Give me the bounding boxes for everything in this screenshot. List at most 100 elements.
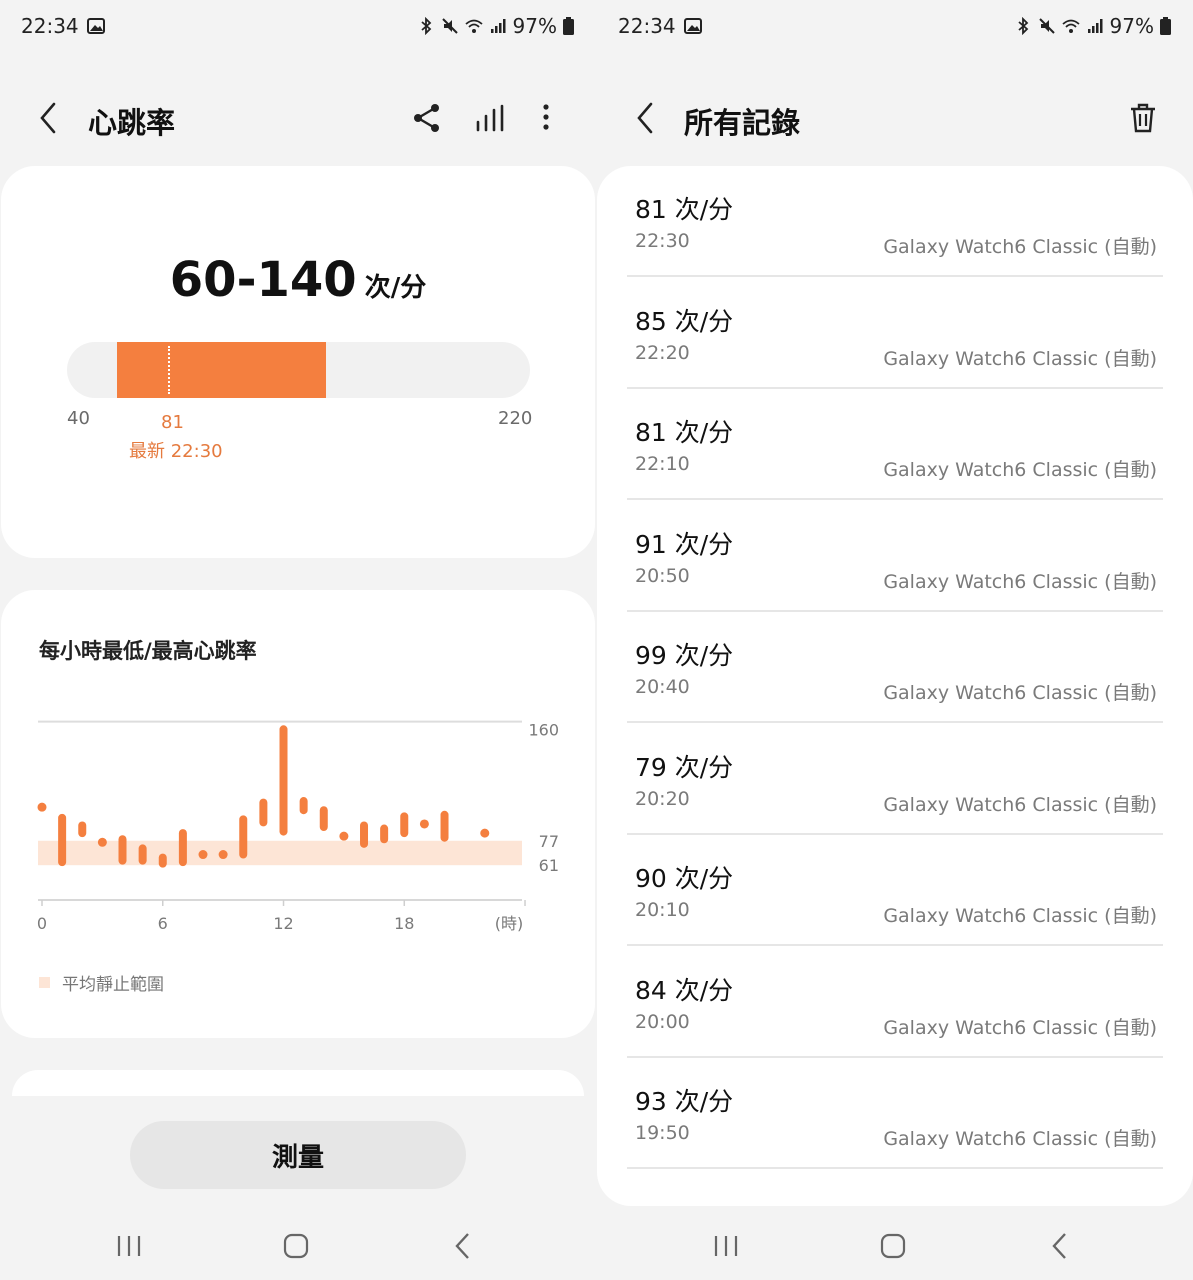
- mute-icon: [441, 18, 458, 34]
- recent-apps-icon[interactable]: [708, 1228, 744, 1264]
- signal-icon: [490, 19, 506, 33]
- navigation-bar: [597, 1214, 1193, 1280]
- y-tick-label: 77: [539, 832, 559, 851]
- record-row[interactable]: 99 次/分 20:40 Galaxy Watch6 Classic (自動): [627, 612, 1163, 723]
- status-bar: 22:34 97%: [597, 0, 1193, 54]
- latest-value: 81: [161, 412, 184, 433]
- record-row[interactable]: 81 次/分 22:30 Galaxy Watch6 Classic (自動): [627, 166, 1163, 277]
- record-row[interactable]: 91 次/分 20:50 Galaxy Watch6 Classic (自動): [627, 501, 1163, 612]
- app-header: 所有記錄: [597, 90, 1193, 146]
- record-row[interactable]: 84 次/分 20:00 Galaxy Watch6 Classic (自動): [627, 947, 1163, 1058]
- status-time: 22:34: [21, 14, 79, 38]
- record-source: Galaxy Watch6 Classic (自動): [883, 793, 1157, 816]
- record-value: 99 次/分: [635, 641, 734, 670]
- gallery-icon: [683, 18, 702, 34]
- home-icon[interactable]: [278, 1228, 314, 1264]
- range-min-label: 40: [67, 408, 90, 429]
- record-row[interactable]: 79 次/分 20:20 Galaxy Watch6 Classic (自動): [627, 724, 1163, 835]
- record-time: 22:20: [635, 341, 690, 364]
- record-time: 20:40: [635, 676, 690, 698]
- page-title: 所有記錄: [684, 106, 801, 140]
- legend-label: 平均靜止範圍: [62, 975, 164, 995]
- battery-percent: 97%: [512, 14, 557, 38]
- nav-back-icon[interactable]: [446, 1228, 482, 1264]
- chart-icon[interactable]: [472, 100, 508, 136]
- chart-point: [198, 850, 208, 860]
- navigation-bar: [0, 1214, 596, 1280]
- record-time: 20:50: [635, 564, 690, 587]
- list-item-peek: [627, 1170, 1163, 1206]
- chart-point: [339, 831, 349, 841]
- chart-point: [419, 819, 429, 829]
- delete-icon[interactable]: [1125, 100, 1161, 136]
- x-tick-label: 6: [158, 914, 168, 933]
- status-time: 22:34: [618, 14, 676, 38]
- record-time: 22:30: [635, 230, 690, 252]
- mute-icon: [1038, 18, 1055, 34]
- latest-time: 最新 22:30: [129, 441, 223, 462]
- battery-icon: [563, 17, 574, 35]
- x-tick-label: 18: [394, 914, 414, 933]
- x-tick-label: 12: [273, 914, 293, 933]
- measure-button[interactable]: 測量: [130, 1121, 466, 1189]
- record-source: Galaxy Watch6 Classic (自動): [883, 459, 1157, 481]
- range-value: 60-140 次/分: [169, 252, 427, 308]
- heart-rate-screen: 22:34 97% 心跳率 60-140 次/分 40 220 81 最新 22:…: [0, 0, 596, 1280]
- record-value: 93 次/分: [635, 1087, 734, 1116]
- record-source: Galaxy Watch6 Classic (自動): [883, 347, 1157, 370]
- chart-point: [480, 828, 490, 838]
- page-title: 心跳率: [88, 106, 176, 140]
- recent-apps-icon[interactable]: [111, 1228, 147, 1264]
- battery-percent: 97%: [1109, 14, 1154, 38]
- record-source: Galaxy Watch6 Classic (自動): [883, 1128, 1157, 1150]
- back-icon[interactable]: [34, 98, 64, 138]
- record-row[interactable]: 85 次/分 22:20 Galaxy Watch6 Classic (自動): [627, 278, 1163, 389]
- more-options-icon[interactable]: [528, 100, 564, 136]
- latest-marker: [168, 346, 171, 394]
- home-icon[interactable]: [875, 1228, 911, 1264]
- record-row[interactable]: 81 次/分 22:10 Galaxy Watch6 Classic (自動): [627, 389, 1163, 500]
- record-value: 79 次/分: [635, 752, 734, 782]
- legend-swatch: [39, 977, 50, 988]
- next-card-peek: [12, 1070, 584, 1096]
- record-value: 84 次/分: [635, 975, 734, 1005]
- x-tick-label: 0: [37, 914, 47, 933]
- chart-point: [97, 837, 107, 847]
- record-time: 19:50: [635, 1122, 690, 1144]
- records-list: 81 次/分 22:30 Galaxy Watch6 Classic (自動) 85 …: [597, 166, 1193, 1206]
- record-time: 20:10: [635, 899, 690, 921]
- hourly-heart-rate-chart: 160 77 61 0 6 12 18 (時): [37, 720, 559, 933]
- record-value: 85 次/分: [635, 306, 734, 336]
- record-value: 81 次/分: [635, 418, 734, 447]
- record-source: Galaxy Watch6 Classic (自動): [883, 570, 1157, 593]
- record-row[interactable]: 93 次/分 19:50 Galaxy Watch6 Classic (自動): [627, 1058, 1163, 1169]
- wifi-icon: [464, 19, 483, 33]
- app-header: 心跳率: [0, 90, 596, 146]
- record-source: Galaxy Watch6 Classic (自動): [883, 905, 1157, 927]
- record-time: 22:10: [635, 453, 690, 475]
- range-card: 60-140 次/分 40 220 81 最新 22:30: [1, 166, 595, 558]
- record-value: 91 次/分: [635, 529, 734, 559]
- resting-range-band: [38, 840, 522, 866]
- signal-icon: [1087, 19, 1103, 33]
- hourly-chart-card: 每小時最低/最高心跳率 160 77 61 0 6 12 18 (時) 平均靜止範圍: [1, 590, 595, 1038]
- bluetooth-icon: [420, 17, 431, 35]
- record-row[interactable]: 90 次/分 20:10 Galaxy Watch6 Classic (自動): [627, 835, 1163, 946]
- back-icon[interactable]: [631, 98, 661, 138]
- record-time: 20:00: [635, 1010, 690, 1033]
- wifi-icon: [1061, 19, 1080, 33]
- nav-back-icon[interactable]: [1043, 1228, 1079, 1264]
- range-max-label: 220: [498, 408, 533, 429]
- range-fill: [117, 342, 327, 398]
- status-bar: 22:34 97%: [0, 0, 596, 54]
- record-source: Galaxy Watch6 Classic (自動): [883, 1016, 1157, 1039]
- gallery-icon: [86, 18, 105, 34]
- y-tick-label: 61: [539, 856, 559, 875]
- battery-icon: [1160, 17, 1171, 35]
- x-tick-label: (時): [495, 914, 524, 933]
- all-records-screen: 22:34 97% 所有記錄 81 次/分 22:30 Galaxy Watch6 …: [597, 0, 1193, 1280]
- range-unit: 次/分: [364, 273, 427, 303]
- chart-point: [37, 802, 47, 812]
- share-icon[interactable]: [409, 100, 445, 136]
- record-source: Galaxy Watch6 Classic (自動): [883, 682, 1157, 704]
